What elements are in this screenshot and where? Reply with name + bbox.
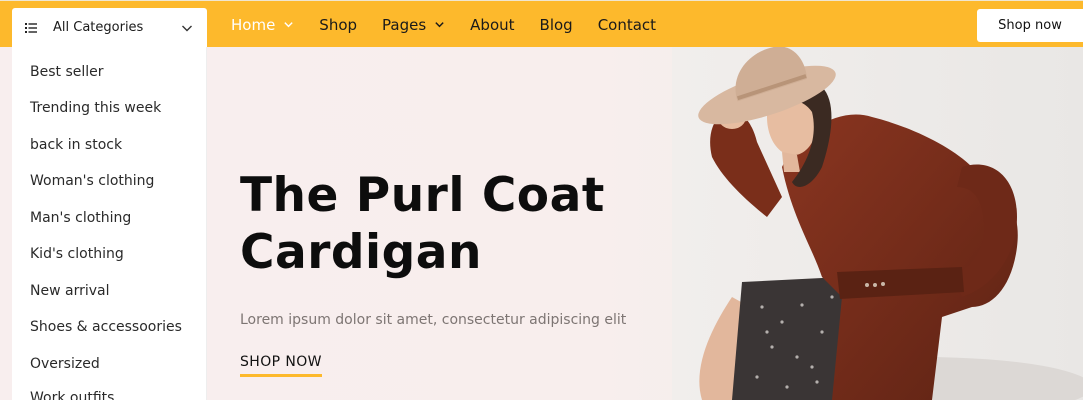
category-item-shoes-accessories[interactable]: Shoes & accessoories [30, 319, 182, 335]
hero-shop-now-link[interactable]: SHOP NOW [240, 354, 322, 377]
category-item-trending[interactable]: Trending this week [30, 100, 161, 116]
category-item-mans-clothing[interactable]: Man's clothing [30, 210, 131, 226]
categories-dropdown-panel: Best seller Trending this week back in s… [12, 47, 207, 400]
nav-item-label: About [470, 15, 515, 34]
nav-item-label: Blog [539, 15, 573, 34]
category-item-womans-clothing[interactable]: Woman's clothing [30, 173, 154, 189]
nav-item-label: Pages [382, 15, 427, 34]
hero-title: The Purl Coat Cardigan [240, 167, 660, 281]
all-categories-label: All Categories [53, 20, 144, 35]
chevron-down-icon [284, 22, 293, 28]
hero-subtitle: Lorem ipsum dolor sit amet, consectetur … [240, 312, 627, 328]
chevron-down-icon [435, 22, 444, 28]
category-item-back-in-stock[interactable]: back in stock [30, 137, 122, 153]
nav-item-home[interactable]: Home [231, 16, 294, 34]
chevron-down-icon [182, 25, 192, 32]
category-item-work-outfits[interactable]: Work outfits [30, 390, 114, 400]
nav-item-label: Shop [319, 15, 358, 34]
nav-item-shop[interactable]: Shop [319, 16, 357, 34]
hero-title-line: Cardigan [240, 225, 482, 280]
category-item-new-arrival[interactable]: New arrival [30, 283, 109, 299]
nav-item-label: Home [231, 15, 276, 34]
nav-item-blog[interactable]: Blog [540, 16, 573, 34]
hero-model-image [672, 47, 1083, 400]
hero-title-line: The Purl Coat [240, 168, 605, 223]
nav-item-about[interactable]: About [470, 16, 514, 34]
category-item-kids-clothing[interactable]: Kid's clothing [30, 246, 124, 262]
shop-now-button[interactable]: Shop now [977, 9, 1083, 42]
category-item-best-seller[interactable]: Best seller [30, 64, 104, 80]
list-icon [25, 22, 37, 33]
main-nav: Home Shop Pages About Blog Contact [231, 1, 681, 48]
nav-item-label: Contact [597, 15, 657, 34]
category-item-oversized[interactable]: Oversized [30, 356, 100, 372]
nav-item-contact[interactable]: Contact [598, 16, 656, 34]
all-categories-toggle[interactable]: All Categories [12, 8, 207, 47]
nav-item-pages[interactable]: Pages [382, 16, 445, 34]
